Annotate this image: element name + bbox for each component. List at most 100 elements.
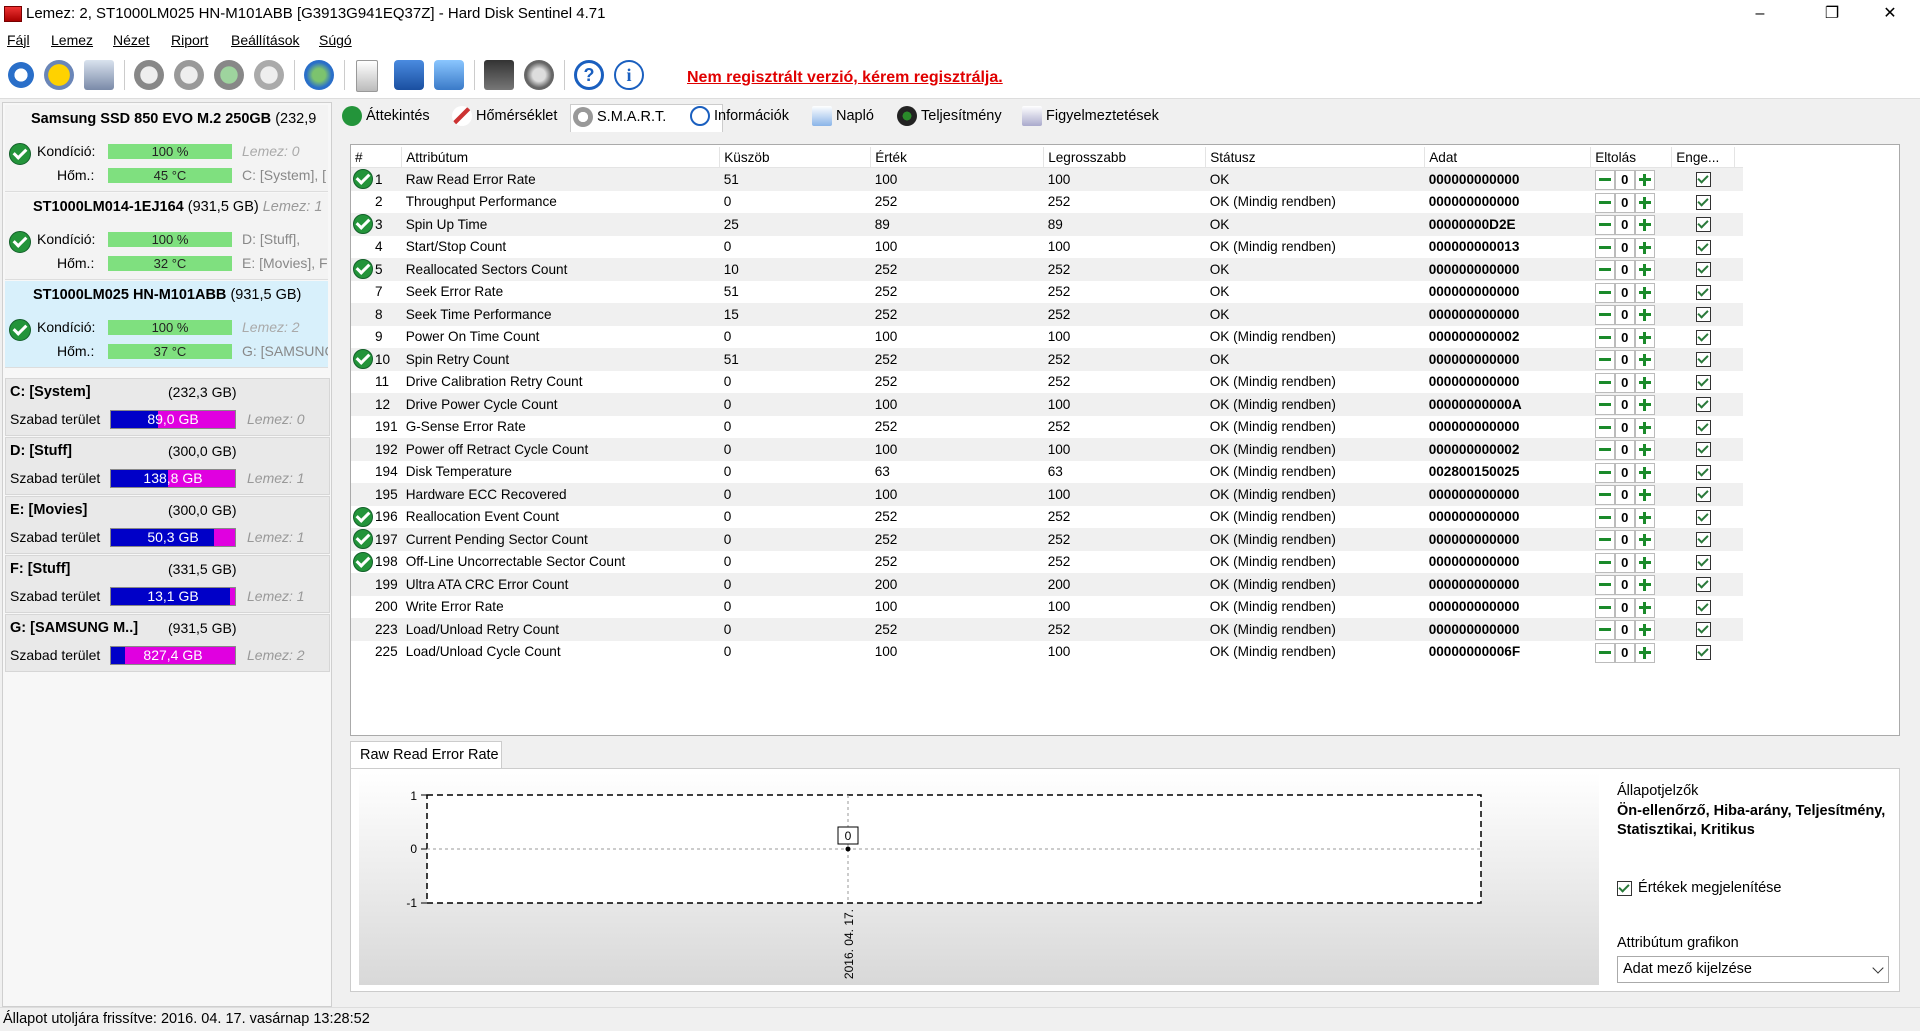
table-row[interactable]: 194 Disk Temperature 0 63 63 OK (Mindig rendb…	[351, 461, 1743, 484]
offset-stepper[interactable]: 0	[1594, 462, 1655, 483]
offset-stepper[interactable]: 0	[1594, 552, 1655, 573]
plus-icon[interactable]	[1634, 597, 1655, 618]
minus-icon[interactable]	[1594, 552, 1615, 573]
offset-value[interactable]: 0	[1614, 237, 1635, 258]
tools-icon[interactable]	[254, 60, 284, 90]
minus-icon[interactable]	[1594, 417, 1615, 438]
offset-value[interactable]: 0	[1614, 395, 1635, 416]
offset-value[interactable]: 0	[1614, 417, 1635, 438]
offset-stepper[interactable]: 0	[1594, 237, 1655, 258]
plus-icon[interactable]	[1634, 215, 1655, 236]
table-row[interactable]: 197 Current Pending Sector Count 0 252 252 OK…	[351, 528, 1744, 551]
registration-warning-link[interactable]: Nem regisztrált verzió, kérem regisztrál…	[687, 69, 1003, 87]
enabled-checkbox[interactable]	[1695, 194, 1711, 210]
plus-icon[interactable]	[1634, 462, 1655, 483]
minus-icon[interactable]	[1594, 395, 1615, 416]
plus-icon[interactable]	[1634, 237, 1655, 258]
disk-entry-selected[interactable]: ST1000LM025 HN-M101ABB (931,5 GB) Kondíc…	[5, 281, 328, 368]
partition-entry[interactable]: G: [SAMSUNG M..] (931,5 GB) Szabad terül…	[5, 614, 330, 672]
disk-test-icon[interactable]	[134, 60, 164, 90]
offset-value[interactable]: 0	[1614, 327, 1635, 348]
enabled-checkbox[interactable]	[1695, 644, 1711, 660]
enabled-checkbox[interactable]	[1695, 532, 1711, 548]
table-row[interactable]: 223 Load/Unload Retry Count 0 252 252 OK (Min…	[351, 618, 1744, 641]
minus-icon[interactable]	[1594, 305, 1615, 326]
minus-icon[interactable]	[1594, 597, 1615, 618]
plus-icon[interactable]	[1634, 350, 1655, 371]
table-row[interactable]: 12 Drive Power Cycle Count 0 100 100 OK (Mind…	[351, 393, 1744, 416]
alert-disk-icon[interactable]	[44, 60, 74, 90]
minus-icon[interactable]	[1594, 575, 1615, 596]
offset-stepper[interactable]: 0	[1594, 395, 1655, 416]
minus-icon[interactable]	[1594, 260, 1615, 281]
enabled-checkbox[interactable]	[1695, 577, 1711, 593]
offset-stepper[interactable]: 0	[1594, 192, 1655, 213]
minimize-button[interactable]: –	[1737, 0, 1783, 28]
table-row[interactable]: 9 Power On Time Count 0 100 100 OK (Mindig re…	[351, 326, 1743, 349]
tab-overview[interactable]: Áttekintés	[340, 104, 430, 128]
minus-icon[interactable]	[1594, 485, 1615, 506]
offset-stepper[interactable]: 0	[1594, 642, 1655, 663]
col-threshold[interactable]: Küszöb	[719, 147, 872, 168]
table-row[interactable]: 5 Reallocated Sectors Count 10 252 252 OK 0000…	[351, 258, 1744, 281]
offset-value[interactable]: 0	[1614, 575, 1635, 596]
col-id[interactable]: #	[351, 147, 403, 168]
offset-stepper[interactable]: 0	[1594, 417, 1655, 438]
enabled-checkbox[interactable]	[1695, 262, 1711, 278]
network-icon[interactable]	[434, 60, 464, 90]
table-row[interactable]: 7 Seek Error Rate 51 252 252 OK 000000000000 0	[351, 281, 1743, 304]
enabled-checkbox[interactable]	[1695, 284, 1711, 300]
menu-help[interactable]: Súgó	[319, 32, 352, 48]
verify-test-icon[interactable]	[214, 60, 244, 90]
offset-value[interactable]: 0	[1614, 372, 1635, 393]
enabled-checkbox[interactable]	[1695, 352, 1711, 368]
minus-icon[interactable]	[1594, 372, 1615, 393]
offset-stepper[interactable]: 0	[1594, 215, 1655, 236]
surface-test-icon[interactable]	[174, 60, 204, 90]
plus-icon[interactable]	[1634, 327, 1655, 348]
disk-icon[interactable]	[84, 60, 114, 90]
plus-icon[interactable]	[1634, 417, 1655, 438]
table-row[interactable]: 199 Ultra ATA CRC Error Count 0 200 200 OK (M…	[351, 573, 1744, 596]
table-row[interactable]: 200 Write Error Rate 0 100 100 OK (Mindig ren…	[351, 596, 1743, 619]
web-globe-icon[interactable]	[304, 60, 334, 90]
tab-alerts[interactable]: Figyelmeztetések	[1020, 104, 1159, 128]
enabled-checkbox[interactable]	[1695, 509, 1711, 525]
col-enabled[interactable]: Enge...	[1671, 147, 1736, 168]
disk-entry[interactable]: ST1000LM014-1EJ164 (931,5 GB) Lemez: 1 K…	[5, 193, 328, 280]
sound-icon[interactable]	[524, 60, 554, 90]
offset-stepper[interactable]: 0	[1594, 327, 1655, 348]
enabled-checkbox[interactable]	[1695, 487, 1711, 503]
minus-icon[interactable]	[1594, 327, 1615, 348]
table-row[interactable]: 11 Drive Calibration Retry Count 0 252 252 OK…	[351, 371, 1743, 394]
about-icon[interactable]: i	[614, 60, 644, 90]
offset-value[interactable]: 0	[1614, 485, 1635, 506]
partition-entry[interactable]: C: [System] (232,3 GB) Szabad terület 89…	[5, 378, 330, 436]
table-row[interactable]: 1 Raw Read Error Rate 51 100 100 OK 0000000000…	[351, 167, 1744, 191]
menu-settings[interactable]: Beállítások	[231, 32, 299, 48]
offset-stepper[interactable]: 0	[1594, 282, 1655, 303]
col-value[interactable]: Érték	[870, 147, 1045, 168]
tab-log[interactable]: Napló	[810, 104, 874, 128]
col-data[interactable]: Adat	[1424, 147, 1592, 168]
offset-value[interactable]: 0	[1614, 170, 1635, 191]
minus-icon[interactable]	[1594, 237, 1615, 258]
offset-value[interactable]: 0	[1614, 282, 1635, 303]
enabled-checkbox[interactable]	[1695, 442, 1711, 458]
col-worst[interactable]: Legrosszabb	[1043, 147, 1207, 168]
offset-stepper[interactable]: 0	[1594, 507, 1655, 528]
offset-value[interactable]: 0	[1614, 642, 1635, 663]
minus-icon[interactable]	[1594, 192, 1615, 213]
minus-icon[interactable]	[1594, 507, 1615, 528]
offset-value[interactable]: 0	[1614, 507, 1635, 528]
refresh-icon[interactable]	[6, 60, 36, 90]
enabled-checkbox[interactable]	[1695, 239, 1711, 255]
plus-icon[interactable]	[1634, 642, 1655, 663]
close-button[interactable]: ✕	[1867, 0, 1913, 28]
minus-icon[interactable]	[1594, 440, 1615, 461]
plus-icon[interactable]	[1634, 507, 1655, 528]
plus-icon[interactable]	[1634, 282, 1655, 303]
menu-disk[interactable]: Lemez	[51, 32, 93, 48]
offset-stepper[interactable]: 0	[1594, 305, 1655, 326]
table-row[interactable]: 225 Load/Unload Cycle Count 0 100 100 OK (Min…	[351, 641, 1743, 664]
